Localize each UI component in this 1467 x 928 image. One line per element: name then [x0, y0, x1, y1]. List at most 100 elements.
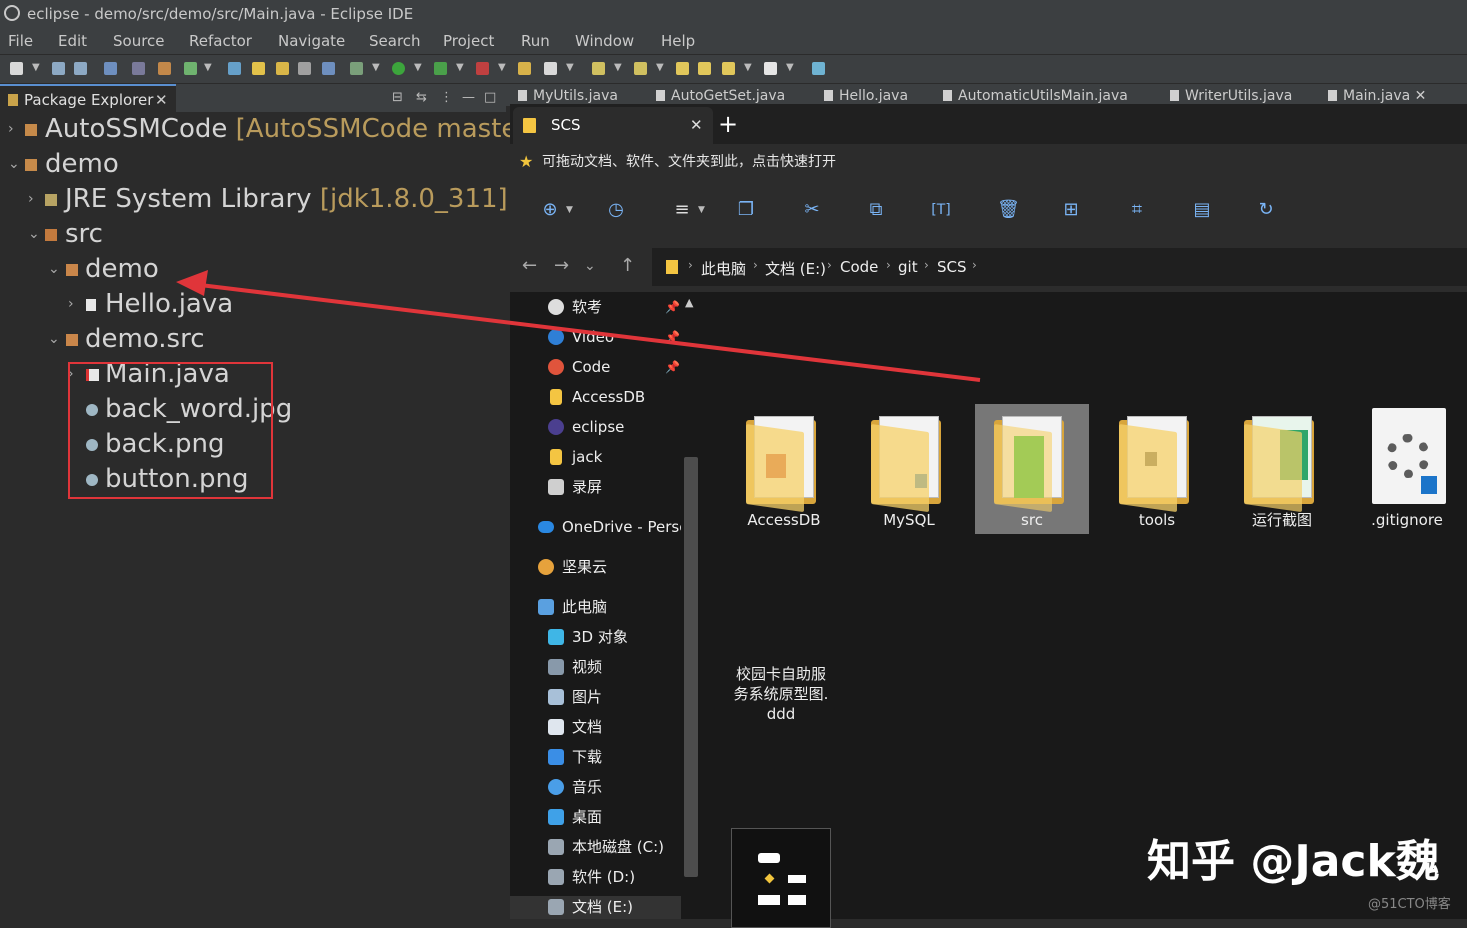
address-bar[interactable]: › 此电脑 › 文档 (E:) › Code › git › SCS ›	[652, 248, 1467, 286]
next-annotation-icon[interactable]	[592, 62, 605, 75]
tree-item-hello-java[interactable]: › Hello.java	[0, 287, 506, 322]
tree-item-src[interactable]: ⌄ src	[0, 217, 506, 252]
nav-item-documents[interactable]: 文档	[510, 712, 681, 742]
new-icon[interactable]	[10, 62, 23, 75]
nav-item-drive-e[interactable]: 文档 (E:)	[510, 892, 681, 922]
nav-item-music[interactable]: 音乐	[510, 772, 681, 802]
skip-breakpoints-icon[interactable]	[132, 62, 145, 75]
chevron-down-icon[interactable]: ▼	[372, 62, 380, 73]
link-editor-icon[interactable]: ⇆	[416, 90, 427, 105]
perspective-icon[interactable]	[812, 62, 825, 75]
file-item-mysql[interactable]: MySQL	[853, 404, 965, 534]
pencil-icon[interactable]	[252, 62, 265, 75]
chevron-down-icon[interactable]: ▼	[786, 62, 794, 73]
menu-edit[interactable]: Edit	[58, 28, 87, 54]
run-icon[interactable]	[392, 62, 405, 75]
editor-tab-main[interactable]: Main.java ✕	[1328, 88, 1426, 104]
open-folder-icon[interactable]	[518, 62, 531, 75]
nav-scrollbar-thumb[interactable]	[684, 457, 698, 877]
coverage-icon[interactable]	[434, 62, 447, 75]
chevron-down-icon[interactable]: ▼	[656, 62, 664, 73]
minimize-icon[interactable]: —	[462, 90, 475, 105]
rename-icon[interactable]: [T]	[931, 200, 951, 220]
maximize-icon[interactable]: □	[484, 90, 496, 105]
refresh-icon[interactable]	[184, 62, 197, 75]
chevron-down-icon[interactable]: ▼	[566, 62, 574, 73]
nav-item-drive-c[interactable]: 本地磁盘 (C:)	[510, 832, 681, 862]
delete-icon[interactable]: 🗑	[997, 200, 1020, 220]
tree-item-demo-package[interactable]: ⌄ demo	[0, 252, 506, 287]
copy-icon[interactable]: ❐	[736, 200, 756, 220]
file-item-screenshots[interactable]: 运行截图	[1226, 404, 1338, 534]
close-icon[interactable]: ✕	[1415, 88, 1427, 104]
up-arrow-icon[interactable]: ↑	[620, 255, 635, 276]
menu-window[interactable]: Window	[575, 28, 634, 54]
crop-icon[interactable]: ⌗	[1127, 200, 1147, 220]
view-menu-icon[interactable]: ⋮	[440, 90, 453, 105]
package-explorer-tab[interactable]: Package Explorer ✕	[0, 84, 176, 112]
menu-help[interactable]: Help	[661, 28, 695, 54]
file-item-gitignore[interactable]: .gitignore	[1351, 404, 1463, 534]
forward-arrow-icon[interactable]: →	[554, 255, 569, 276]
forward-edit-icon[interactable]	[698, 62, 711, 75]
chevron-right-icon[interactable]: ›	[8, 112, 14, 147]
file-item-ddd[interactable]: 校园卡自助服 务系统原型图. ddd	[705, 560, 855, 928]
chevron-down-icon[interactable]: ▼	[414, 62, 422, 73]
breadcrumb-git[interactable]: git	[898, 258, 918, 276]
nav-item-eclipse[interactable]: eclipse	[510, 412, 681, 442]
menu-project[interactable]: Project	[443, 28, 494, 54]
nav-item-jack[interactable]: jack	[510, 442, 681, 472]
toggle-mark-icon[interactable]	[298, 62, 311, 75]
scroll-up-icon[interactable]: ▲	[685, 296, 693, 309]
nav-item-code[interactable]: Code 📌	[510, 352, 681, 382]
nav-item-onedrive[interactable]: OneDrive - Persc	[510, 512, 681, 542]
nav-item-jianguoyun[interactable]: 坚果云	[510, 552, 681, 582]
chevron-down-icon[interactable]: ▼	[614, 62, 622, 73]
close-icon[interactable]: ✕	[690, 107, 703, 144]
tree-item-demo-src-package[interactable]: ⌄ demo.src	[0, 322, 506, 357]
chevron-down-icon[interactable]: ⌄	[28, 217, 40, 252]
breadcrumb-code[interactable]: Code	[840, 258, 878, 276]
terminal-icon[interactable]	[104, 62, 117, 75]
new-folder-icon[interactable]: ⊞	[1061, 200, 1081, 220]
back-arrow-icon[interactable]: ←	[522, 255, 537, 276]
view-list-icon[interactable]: ≡	[672, 200, 692, 220]
properties-icon[interactable]: ▤	[1192, 200, 1212, 220]
menu-refactor[interactable]: Refactor	[189, 28, 252, 54]
tree-item-demo-project[interactable]: ⌄ demo	[0, 147, 506, 182]
new-tab-button[interactable]: +	[718, 106, 738, 142]
breadcrumb-drive-e[interactable]: 文档 (E:)	[765, 258, 826, 279]
external-tools-icon[interactable]	[476, 62, 489, 75]
brush-icon[interactable]	[544, 62, 557, 75]
new-java-project-icon[interactable]	[158, 62, 171, 75]
chevron-down-icon[interactable]: ▼	[456, 62, 464, 73]
last-edit-icon[interactable]	[676, 62, 689, 75]
menu-navigate[interactable]: Navigate	[278, 28, 345, 54]
editor-tab-hello[interactable]: Hello.java	[824, 88, 908, 104]
nav-item-videos[interactable]: 视频	[510, 652, 681, 682]
file-item-tools[interactable]: tools	[1101, 404, 1213, 534]
recent-locations-icon[interactable]: ⌄	[584, 258, 596, 274]
nav-item-3d[interactable]: 3D 对象	[510, 622, 681, 652]
nav-item-recording[interactable]: 录屏	[510, 472, 681, 502]
menu-source[interactable]: Source	[113, 28, 165, 54]
pin-icon[interactable]: 📌	[665, 292, 680, 322]
nav-item-video[interactable]: Video 📌	[510, 322, 681, 352]
nav-item-downloads[interactable]: 下载	[510, 742, 681, 772]
paste-icon[interactable]: ⧉	[866, 200, 886, 220]
chevron-down-icon[interactable]: ⌄	[8, 147, 20, 182]
editor-tab-writerutils[interactable]: WriterUtils.java	[1170, 88, 1292, 104]
file-item-src[interactable]: src	[976, 404, 1088, 534]
chevron-down-icon[interactable]: ▼	[498, 62, 506, 73]
nav-item-drive-d[interactable]: 软件 (D:)	[510, 862, 681, 892]
forward-arrow-icon[interactable]	[764, 62, 777, 75]
cut-icon[interactable]: ✂	[802, 200, 822, 220]
chevron-down-icon[interactable]: ▼	[204, 62, 212, 73]
new-item-icon[interactable]: ⊕	[540, 200, 560, 220]
prev-annotation-icon[interactable]	[634, 62, 647, 75]
chevron-down-icon[interactable]: ⌄	[48, 322, 60, 357]
chevron-down-icon[interactable]: ⌄	[48, 252, 60, 287]
save-icon[interactable]	[52, 62, 65, 75]
save-all-icon[interactable]	[74, 62, 87, 75]
nav-item-desktop[interactable]: 桌面	[510, 802, 681, 832]
